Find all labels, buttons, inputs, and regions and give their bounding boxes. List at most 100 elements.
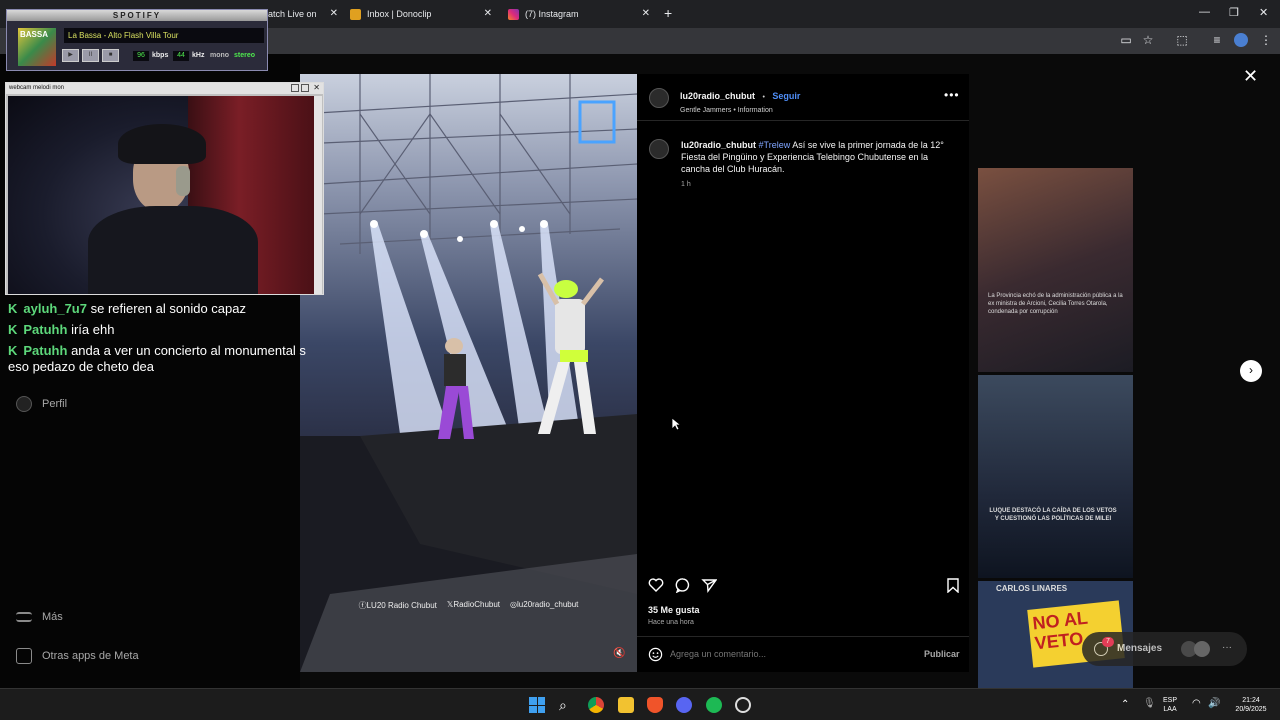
scrollbar[interactable] (314, 96, 322, 294)
share-icon[interactable] (701, 577, 717, 593)
chat-text: se refieren al sonido capaz (90, 301, 246, 316)
grid-post-title: CARLOS LINARES (996, 584, 1068, 593)
divider (637, 636, 969, 637)
author-avatar[interactable] (649, 88, 669, 108)
pause-button[interactable]: II (82, 49, 99, 62)
discord-icon[interactable] (676, 697, 692, 713)
minimize-icon[interactable]: — (1199, 6, 1210, 18)
mouse-cursor (671, 417, 681, 431)
chat-message-continuation: eso pedazo de cheto dea (8, 359, 154, 374)
stereo-label: stereo (234, 52, 256, 59)
audio-info[interactable]: Information (738, 107, 773, 114)
tab-donoclip[interactable]: Inbox | Donoclip ✕ (350, 2, 492, 26)
profile-icon (16, 396, 32, 412)
webcam-window: webcam melodi mon ✕ (5, 82, 324, 295)
file-explorer-icon[interactable] (618, 697, 634, 713)
mute-icon[interactable]: 🔇 (613, 648, 625, 659)
streamer-hair (118, 124, 206, 164)
follow-button[interactable]: Seguir (772, 91, 800, 101)
maximize-icon[interactable] (301, 84, 309, 92)
instagram-icon (508, 8, 519, 20)
webcam-title: webcam melodi mon (6, 83, 323, 94)
tab-title: Inbox | Donoclip (367, 9, 432, 19)
streamer-body (88, 206, 258, 294)
bookmark-star-icon[interactable]: ☆ (1141, 33, 1155, 47)
caption-avatar[interactable] (649, 139, 669, 159)
photo-watermark: ⓕLU20 Radio Chubut 𝕏RadioChubut ◎lu20rad… (300, 600, 637, 611)
media-control-icon[interactable]: ≡ (1210, 33, 1224, 47)
chat-username: Patuhh (23, 322, 68, 337)
messages-label: Mensajes (1117, 643, 1163, 654)
close-tab-icon[interactable]: ✕ (642, 8, 650, 19)
grid-post-1[interactable]: La Provincia echó de la administración p… (978, 168, 1133, 372)
brave-icon[interactable] (647, 697, 663, 713)
likes-count[interactable]: 35 Me gusta (648, 605, 700, 615)
nav-label: Más (42, 611, 63, 623)
comment-icon[interactable] (675, 577, 691, 593)
bitrate-label: kbps (152, 52, 169, 59)
extensions-icon[interactable]: ⬚ (1175, 33, 1189, 47)
profile-avatar[interactable] (1234, 33, 1248, 47)
save-bookmark-icon[interactable] (945, 577, 961, 593)
menu-lines-icon (16, 612, 32, 622)
tray-chevron-icon[interactable]: ⌃ (1121, 699, 1129, 710)
input-language[interactable]: ESP LAA (1163, 696, 1177, 714)
nav-perfil[interactable]: Perfil (16, 396, 67, 412)
post-media[interactable]: ⓕLU20 Radio Chubut 𝕏RadioChubut ◎lu20rad… (300, 74, 637, 672)
windows-start-icon[interactable] (529, 697, 545, 713)
taskbar: ⌕ ⌃ 🎙 ESP LAA ◠ 🔊 21:24 20/9/2025 (0, 688, 1280, 720)
microphone (176, 166, 190, 196)
grid-post-2[interactable]: LUQUE DESTACÓ LA CAÍDA DE LOS VETOS Y CU… (978, 375, 1133, 578)
nav-mas[interactable]: Más (16, 611, 63, 623)
wifi-icon[interactable]: ◠ (1192, 698, 1201, 709)
post-caption: lu20radio_chubut #Trelew Así se vive la … (681, 139, 956, 191)
close-window-icon[interactable]: ✕ (1259, 6, 1268, 19)
meta-apps-icon (16, 648, 32, 664)
search-icon[interactable]: ⌕ (559, 697, 575, 713)
close-modal-icon[interactable]: ✕ (1243, 66, 1258, 87)
minimize-icon[interactable] (291, 84, 299, 92)
more-contacts-icon: ··· (1222, 642, 1232, 653)
obs-icon[interactable] (735, 697, 751, 713)
next-post-icon[interactable]: › (1240, 360, 1262, 382)
close-tab-icon[interactable]: ✕ (330, 8, 338, 19)
tab-twitch[interactable]: atch Live on ✕ (268, 2, 338, 26)
microphone-icon[interactable]: 🎙 (1143, 698, 1156, 709)
spotify-title: SPOTIFY (7, 10, 267, 21)
volume-icon[interactable]: 🔊 (1208, 698, 1220, 709)
messages-widget[interactable]: 7 Mensajes ··· (1082, 632, 1247, 666)
chat-message: K Patuhh iría ehh (8, 322, 114, 337)
like-heart-icon[interactable] (648, 577, 664, 593)
comment-input[interactable] (670, 647, 910, 661)
bitrate-value: 96 (133, 51, 149, 61)
cast-icon[interactable]: ▭ (1119, 33, 1133, 47)
chrome-icon[interactable] (588, 697, 604, 713)
chat-username: Patuhh (23, 343, 68, 358)
restore-icon[interactable]: ❐ (1229, 6, 1239, 19)
spotify-widget: SPOTIFY BASSA La Bassa - Alto Flash Vill… (6, 9, 268, 71)
stop-button[interactable]: ■ (102, 49, 119, 62)
watermark-x: 𝕏RadioChubut (446, 600, 501, 609)
new-tab-icon[interactable]: + (664, 5, 672, 21)
menu-icon[interactable]: ⋮ (1259, 33, 1273, 47)
chat-badge-icon: K (8, 301, 18, 316)
audio-name[interactable]: Gentle Jammers (680, 107, 731, 114)
clock[interactable]: 21:24 20/9/2025 (1229, 696, 1273, 714)
webcam-video (8, 96, 315, 294)
caption-time: 1 h (681, 181, 691, 188)
caption-hashtag[interactable]: #Trelew (759, 140, 791, 150)
close-icon[interactable]: ✕ (313, 83, 320, 92)
publish-button[interactable]: Publicar (924, 649, 960, 659)
tab-instagram[interactable]: (7) Instagram ✕ (508, 2, 650, 26)
spotify-icon[interactable] (706, 697, 722, 713)
chat-text: anda a ver un concierto al monumental s (71, 343, 306, 358)
chat-message: Kayluh_7u7 se refieren al sonido capaz (8, 301, 246, 316)
emoji-icon[interactable] (648, 647, 663, 662)
caption-username[interactable]: lu20radio_chubut (681, 140, 756, 150)
nav-otras-apps[interactable]: Otras apps de Meta (16, 648, 139, 664)
author-username[interactable]: lu20radio_chubut (680, 91, 755, 101)
watermark-instagram: ◎lu20radio_chubut (510, 600, 579, 609)
play-button[interactable]: ▶ (62, 49, 79, 62)
close-tab-icon[interactable]: ✕ (484, 8, 492, 19)
more-options-icon[interactable]: ••• (944, 88, 960, 102)
